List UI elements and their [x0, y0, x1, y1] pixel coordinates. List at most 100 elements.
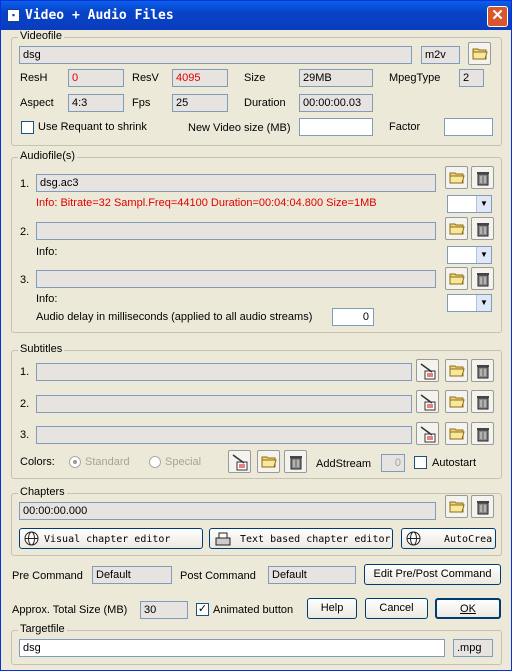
folder-icon [449, 501, 465, 513]
animated-button-checkbox[interactable]: ✓ [196, 603, 209, 616]
subtitle-1-file-field[interactable] [36, 363, 412, 381]
pre-command-field[interactable]: Default [92, 566, 172, 584]
typewriter-icon [215, 532, 231, 546]
mpegtype-field: 2 [459, 69, 484, 87]
target-filename-field[interactable]: dsg [19, 639, 445, 657]
audio-1-open-button[interactable] [445, 166, 468, 189]
subtitle-2-open-button[interactable] [445, 390, 468, 413]
dialog-window: ▪ Video + Audio Files ✕ Videofile dsg m2… [0, 0, 512, 671]
subtitle-1-edit-button[interactable] [416, 359, 439, 382]
folder-icon [449, 223, 465, 235]
chevron-down-icon: ▼ [476, 196, 491, 212]
post-command-label: Post Command [180, 570, 256, 582]
trash-icon [477, 273, 489, 287]
trash-icon [477, 428, 489, 442]
new-video-size-label: New Video size (MB) [188, 122, 291, 134]
special-radio[interactable] [149, 456, 161, 468]
video-filename-field[interactable]: dsg [19, 46, 412, 64]
subtitle-2-delete-button[interactable] [471, 390, 494, 413]
resh-label: ResH [20, 72, 48, 84]
cancel-button[interactable]: Cancel [365, 598, 428, 619]
visual-chapter-editor-label: Visual chapter editor [44, 534, 171, 545]
new-video-size-field[interactable] [299, 118, 373, 136]
factor-label: Factor [389, 121, 421, 133]
post-command-field[interactable]: Default [268, 566, 356, 584]
chapters-caption: Chapters [18, 486, 67, 498]
duration-label: Duration [244, 97, 286, 109]
subtitle-3-open-button[interactable] [445, 422, 468, 445]
subtitle-1-number: 1. [20, 366, 30, 378]
addstream-field[interactable]: 0 [381, 454, 405, 472]
globe-icon [406, 531, 421, 546]
subtitle-1-delete-button[interactable] [471, 359, 494, 382]
subtitle-2-edit-button[interactable] [416, 390, 439, 413]
folder-icon [261, 456, 277, 468]
help-button[interactable]: Help [307, 598, 357, 619]
audio-1-delete-button[interactable] [471, 166, 494, 189]
colors-edit-button[interactable] [228, 450, 251, 473]
chapters-field[interactable]: 00:00:00.000 [19, 502, 436, 520]
standard-radio[interactable] [69, 456, 81, 468]
edit-pre-post-command-button[interactable]: Edit Pre/Post Command [364, 564, 501, 585]
colors-open-button[interactable] [257, 450, 280, 473]
audio-3-delete-button[interactable] [471, 267, 494, 290]
text-chapter-editor-label: Text based chapter editor [240, 534, 391, 545]
subtitle-3-file-field[interactable] [36, 426, 412, 444]
autocrea-button[interactable]: AutoCrea [401, 528, 496, 549]
autostart-checkbox[interactable] [414, 456, 427, 469]
folder-icon [449, 428, 465, 440]
audio-caption: Audiofile(s) [18, 150, 78, 162]
trash-icon [290, 456, 302, 470]
total-size-field: 30 [140, 601, 188, 619]
audio-3-open-button[interactable] [445, 267, 468, 290]
trash-icon [477, 365, 489, 379]
subtitle-2-file-field[interactable] [36, 395, 412, 413]
audio-1-language-select[interactable]: ▼ [447, 195, 492, 213]
resh-field: 0 [68, 69, 124, 87]
audio-2-file-field[interactable] [36, 222, 436, 240]
window-title: Video + Audio Files [25, 8, 174, 23]
trash-icon [477, 501, 489, 515]
audio-1-file-field[interactable]: dsg.ac3 [36, 174, 436, 192]
resv-label: ResV [132, 72, 159, 84]
size-label: Size [244, 72, 266, 84]
target-ext-field: .mpg [453, 639, 493, 657]
autocrea-label: AutoCrea [444, 534, 493, 545]
subtitle-3-edit-button[interactable] [416, 422, 439, 445]
text-chapter-editor-button[interactable]: Text based chapter editor [209, 528, 393, 549]
chapters-delete-button[interactable] [471, 495, 494, 518]
subtitle-1-open-button[interactable] [445, 359, 468, 382]
duration-field: 00:00:00.03 [299, 94, 373, 112]
globe-icon [24, 531, 39, 546]
visual-chapter-editor-button[interactable]: Visual chapter editor [19, 528, 203, 549]
open-video-button[interactable] [468, 42, 491, 65]
ok-button[interactable]: OK [435, 598, 501, 619]
folder-icon [449, 396, 465, 408]
audio-1-number: 1. [20, 178, 30, 190]
factor-field[interactable] [444, 118, 493, 136]
audio-3-number: 3. [20, 274, 30, 286]
subtitle-3-number: 3. [20, 429, 30, 441]
requant-label: Use Requant to shrink [38, 121, 147, 133]
audio-2-delete-button[interactable] [471, 217, 494, 240]
requant-checkbox[interactable] [21, 121, 34, 134]
colors-delete-button[interactable] [284, 450, 307, 473]
folder-icon [449, 365, 465, 377]
audio-3-language-select[interactable]: ▼ [447, 294, 492, 312]
aspect-label: Aspect [20, 97, 54, 109]
audio-delay-field[interactable]: 0 [332, 308, 374, 326]
subtitle-edit-icon [420, 426, 436, 443]
title-bar: ▪ Video + Audio Files ✕ [1, 1, 511, 30]
autostart-label: Autostart [432, 457, 477, 469]
audio-2-info: Info: [36, 246, 58, 258]
audio-3-file-field[interactable] [36, 270, 436, 288]
standard-label: Standard [85, 456, 130, 468]
subtitles-caption: Subtitles [18, 343, 65, 355]
audio-delay-label: Audio delay in milliseconds (applied to … [36, 311, 313, 323]
subtitle-3-delete-button[interactable] [471, 422, 494, 445]
close-icon[interactable]: ✕ [487, 6, 508, 27]
audio-2-language-select[interactable]: ▼ [447, 246, 492, 264]
mpegtype-label: MpegType [389, 72, 441, 84]
chapters-open-button[interactable] [445, 495, 468, 518]
audio-2-open-button[interactable] [445, 217, 468, 240]
